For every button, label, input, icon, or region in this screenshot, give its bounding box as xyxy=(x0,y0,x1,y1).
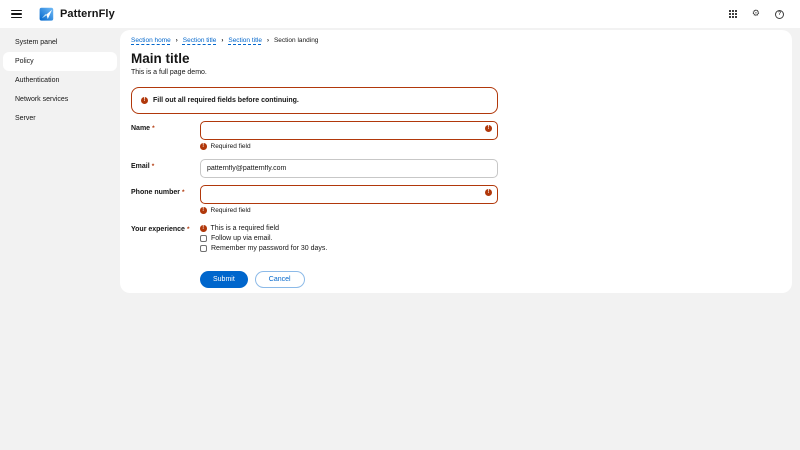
masthead: PatternFly ⚙ ? xyxy=(0,0,800,28)
phone-label-text: Phone number xyxy=(131,189,180,196)
chevron-right-icon: › xyxy=(176,38,178,44)
app-launcher-button[interactable] xyxy=(727,8,739,20)
nav-toggle-button[interactable] xyxy=(9,8,24,21)
checkbox-row-remember-password: Remember my password for 30 days. xyxy=(200,245,498,252)
sidebar-item-label: Policy xyxy=(15,58,34,65)
exclamation-circle-icon: ! xyxy=(485,125,492,132)
danger-alert: ! Fill out all required fields before co… xyxy=(131,87,498,114)
required-asterisk: * xyxy=(187,226,190,233)
experience-options: ! This is a required field Follow up via… xyxy=(200,220,498,252)
sidebar-item-server[interactable]: Server xyxy=(3,109,117,128)
page-subtitle: This is a full page demo. xyxy=(131,69,781,76)
name-input[interactable] xyxy=(200,121,498,140)
form-actions: Submit Cancel xyxy=(200,271,781,288)
sidebar-item-policy[interactable]: Policy xyxy=(3,52,117,71)
phone-helper-text: Required field xyxy=(211,207,251,214)
follow-up-checkbox-label: Follow up via email. xyxy=(211,235,272,242)
form-row-experience: Your experience* ! This is a required fi… xyxy=(131,220,781,252)
name-helper-text: Required field xyxy=(211,143,251,150)
sidebar-item-system-panel[interactable]: System panel xyxy=(3,33,117,52)
gear-icon: ⚙ xyxy=(752,10,760,19)
sidebar-item-label: Authentication xyxy=(15,77,59,84)
sidebar-nav: System panel Policy Authentication Netwo… xyxy=(0,28,120,128)
checkbox-row-follow-up: Follow up via email. xyxy=(200,235,498,242)
name-label-text: Name xyxy=(131,125,150,132)
phone-input[interactable] xyxy=(200,185,498,204)
sidebar-item-label: Server xyxy=(15,115,36,122)
breadcrumb-link-section-title-1[interactable]: Section title xyxy=(183,37,217,44)
question-circle-icon: ? xyxy=(775,10,784,19)
breadcrumb-link-section-title-2[interactable]: Section title xyxy=(228,37,262,44)
required-asterisk: * xyxy=(152,163,155,170)
patternfly-logo-icon xyxy=(39,7,55,21)
exclamation-circle-icon: ! xyxy=(200,143,207,150)
form-row-name: Name* ! ! Required field xyxy=(131,119,781,150)
page-title: Main title xyxy=(131,51,781,66)
email-input[interactable] xyxy=(200,159,498,178)
exclamation-circle-icon: ! xyxy=(200,225,207,232)
chevron-right-icon: › xyxy=(221,38,223,44)
sidebar-item-network-services[interactable]: Network services xyxy=(3,90,117,109)
breadcrumb: Section home › Section title › Section t… xyxy=(131,37,781,44)
experience-label-text: Your experience xyxy=(131,226,185,233)
grid-icon xyxy=(729,10,737,18)
name-helper: ! Required field xyxy=(200,143,498,150)
name-label: Name* xyxy=(131,119,200,132)
alert-message: Fill out all required fields before cont… xyxy=(153,97,299,104)
demo-form: Name* ! ! Required field Email* xyxy=(131,119,781,288)
email-label: Email* xyxy=(131,157,200,170)
required-asterisk: * xyxy=(182,189,185,196)
email-label-text: Email xyxy=(131,163,150,170)
app-root: PatternFly ⚙ ? System panel xyxy=(0,0,800,450)
exclamation-circle-icon: ! xyxy=(200,207,207,214)
sidebar-item-label: Network services xyxy=(15,96,68,103)
brand-name: PatternFly xyxy=(60,8,115,20)
cancel-button[interactable]: Cancel xyxy=(255,271,305,288)
form-row-phone: Phone number* ! ! Required field xyxy=(131,183,781,214)
phone-helper: ! Required field xyxy=(200,207,498,214)
sidebar-item-label: System panel xyxy=(15,39,57,46)
experience-error: ! This is a required field xyxy=(200,225,498,232)
remember-password-checkbox[interactable] xyxy=(200,245,207,252)
breadcrumb-current: Section landing xyxy=(274,37,318,44)
help-button[interactable]: ? xyxy=(773,8,786,21)
phone-label: Phone number* xyxy=(131,183,200,196)
follow-up-checkbox[interactable] xyxy=(200,235,207,242)
main-content-card: Section home › Section title › Section t… xyxy=(120,30,792,293)
brand[interactable]: PatternFly xyxy=(39,7,115,21)
settings-button[interactable]: ⚙ xyxy=(750,8,762,21)
exclamation-circle-icon: ! xyxy=(485,189,492,196)
required-asterisk: * xyxy=(152,125,155,132)
experience-error-text: This is a required field xyxy=(211,225,279,232)
sidebar-item-authentication[interactable]: Authentication xyxy=(3,71,117,90)
breadcrumb-link-section-home[interactable]: Section home xyxy=(131,37,171,44)
exclamation-circle-icon: ! xyxy=(141,97,148,104)
experience-label: Your experience* xyxy=(131,220,200,233)
form-row-email: Email* xyxy=(131,157,781,178)
submit-button[interactable]: Submit xyxy=(200,271,248,288)
masthead-actions: ⚙ ? xyxy=(727,8,786,21)
chevron-right-icon: › xyxy=(267,38,269,44)
hamburger-icon xyxy=(11,10,22,19)
remember-password-checkbox-label: Remember my password for 30 days. xyxy=(211,245,327,252)
